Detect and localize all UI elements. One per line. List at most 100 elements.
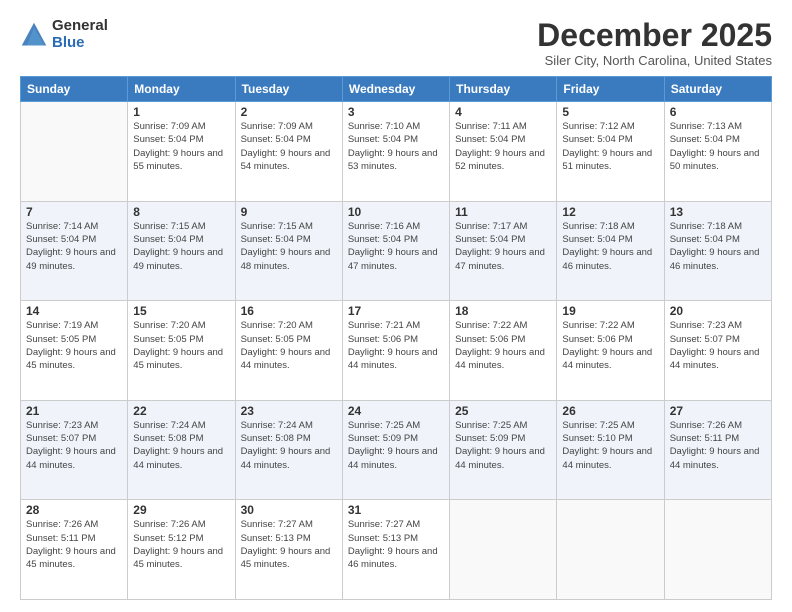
day-info: Sunrise: 7:26 AMSunset: 5:12 PMDaylight:…	[133, 518, 229, 571]
day-number: 13	[670, 205, 766, 219]
day-info: Sunrise: 7:18 AMSunset: 5:04 PMDaylight:…	[670, 220, 766, 273]
day-info: Sunrise: 7:25 AMSunset: 5:10 PMDaylight:…	[562, 419, 658, 472]
day-info: Sunrise: 7:21 AMSunset: 5:06 PMDaylight:…	[348, 319, 444, 372]
calendar-week-row: 21Sunrise: 7:23 AMSunset: 5:07 PMDayligh…	[21, 400, 772, 500]
day-number: 22	[133, 404, 229, 418]
calendar-header-tuesday: Tuesday	[235, 77, 342, 102]
calendar-cell	[21, 102, 128, 202]
calendar-cell	[557, 500, 664, 600]
day-number: 18	[455, 304, 551, 318]
day-number: 28	[26, 503, 122, 517]
day-number: 5	[562, 105, 658, 119]
day-number: 7	[26, 205, 122, 219]
calendar-cell: 8Sunrise: 7:15 AMSunset: 5:04 PMDaylight…	[128, 201, 235, 301]
day-info: Sunrise: 7:09 AMSunset: 5:04 PMDaylight:…	[133, 120, 229, 173]
day-info: Sunrise: 7:10 AMSunset: 5:04 PMDaylight:…	[348, 120, 444, 173]
day-info: Sunrise: 7:11 AMSunset: 5:04 PMDaylight:…	[455, 120, 551, 173]
day-number: 20	[670, 304, 766, 318]
day-number: 10	[348, 205, 444, 219]
day-number: 8	[133, 205, 229, 219]
day-info: Sunrise: 7:23 AMSunset: 5:07 PMDaylight:…	[26, 419, 122, 472]
logo-icon	[20, 21, 48, 49]
calendar-header-saturday: Saturday	[664, 77, 771, 102]
calendar-cell: 14Sunrise: 7:19 AMSunset: 5:05 PMDayligh…	[21, 301, 128, 401]
month-title: December 2025	[537, 18, 772, 53]
calendar-cell: 22Sunrise: 7:24 AMSunset: 5:08 PMDayligh…	[128, 400, 235, 500]
day-info: Sunrise: 7:26 AMSunset: 5:11 PMDaylight:…	[670, 419, 766, 472]
calendar-cell: 11Sunrise: 7:17 AMSunset: 5:04 PMDayligh…	[450, 201, 557, 301]
calendar-cell: 31Sunrise: 7:27 AMSunset: 5:13 PMDayligh…	[342, 500, 449, 600]
calendar-header-row: SundayMondayTuesdayWednesdayThursdayFrid…	[21, 77, 772, 102]
day-number: 19	[562, 304, 658, 318]
calendar-week-row: 14Sunrise: 7:19 AMSunset: 5:05 PMDayligh…	[21, 301, 772, 401]
day-number: 2	[241, 105, 337, 119]
day-info: Sunrise: 7:25 AMSunset: 5:09 PMDaylight:…	[455, 419, 551, 472]
calendar-cell: 4Sunrise: 7:11 AMSunset: 5:04 PMDaylight…	[450, 102, 557, 202]
day-info: Sunrise: 7:26 AMSunset: 5:11 PMDaylight:…	[26, 518, 122, 571]
day-number: 26	[562, 404, 658, 418]
calendar-cell: 13Sunrise: 7:18 AMSunset: 5:04 PMDayligh…	[664, 201, 771, 301]
day-info: Sunrise: 7:24 AMSunset: 5:08 PMDaylight:…	[133, 419, 229, 472]
day-info: Sunrise: 7:15 AMSunset: 5:04 PMDaylight:…	[133, 220, 229, 273]
calendar-cell: 26Sunrise: 7:25 AMSunset: 5:10 PMDayligh…	[557, 400, 664, 500]
calendar-cell: 25Sunrise: 7:25 AMSunset: 5:09 PMDayligh…	[450, 400, 557, 500]
calendar-cell: 5Sunrise: 7:12 AMSunset: 5:04 PMDaylight…	[557, 102, 664, 202]
header: General Blue December 2025 Siler City, N…	[20, 18, 772, 68]
calendar-cell: 18Sunrise: 7:22 AMSunset: 5:06 PMDayligh…	[450, 301, 557, 401]
day-number: 25	[455, 404, 551, 418]
calendar-cell: 21Sunrise: 7:23 AMSunset: 5:07 PMDayligh…	[21, 400, 128, 500]
calendar-table: SundayMondayTuesdayWednesdayThursdayFrid…	[20, 76, 772, 600]
day-info: Sunrise: 7:13 AMSunset: 5:04 PMDaylight:…	[670, 120, 766, 173]
day-number: 30	[241, 503, 337, 517]
calendar-cell: 23Sunrise: 7:24 AMSunset: 5:08 PMDayligh…	[235, 400, 342, 500]
day-info: Sunrise: 7:14 AMSunset: 5:04 PMDaylight:…	[26, 220, 122, 273]
day-info: Sunrise: 7:23 AMSunset: 5:07 PMDaylight:…	[670, 319, 766, 372]
calendar-cell: 10Sunrise: 7:16 AMSunset: 5:04 PMDayligh…	[342, 201, 449, 301]
day-number: 27	[670, 404, 766, 418]
day-number: 16	[241, 304, 337, 318]
calendar-cell: 27Sunrise: 7:26 AMSunset: 5:11 PMDayligh…	[664, 400, 771, 500]
calendar-cell: 17Sunrise: 7:21 AMSunset: 5:06 PMDayligh…	[342, 301, 449, 401]
calendar-header-friday: Friday	[557, 77, 664, 102]
calendar-cell	[664, 500, 771, 600]
calendar-header-thursday: Thursday	[450, 77, 557, 102]
day-info: Sunrise: 7:22 AMSunset: 5:06 PMDaylight:…	[455, 319, 551, 372]
day-info: Sunrise: 7:15 AMSunset: 5:04 PMDaylight:…	[241, 220, 337, 273]
day-info: Sunrise: 7:16 AMSunset: 5:04 PMDaylight:…	[348, 220, 444, 273]
day-info: Sunrise: 7:22 AMSunset: 5:06 PMDaylight:…	[562, 319, 658, 372]
calendar-cell: 7Sunrise: 7:14 AMSunset: 5:04 PMDaylight…	[21, 201, 128, 301]
calendar-cell: 2Sunrise: 7:09 AMSunset: 5:04 PMDaylight…	[235, 102, 342, 202]
day-number: 15	[133, 304, 229, 318]
logo-blue-text: Blue	[52, 35, 108, 52]
day-number: 4	[455, 105, 551, 119]
title-section: December 2025 Siler City, North Carolina…	[537, 18, 772, 68]
day-info: Sunrise: 7:20 AMSunset: 5:05 PMDaylight:…	[133, 319, 229, 372]
calendar-cell: 19Sunrise: 7:22 AMSunset: 5:06 PMDayligh…	[557, 301, 664, 401]
calendar-cell: 15Sunrise: 7:20 AMSunset: 5:05 PMDayligh…	[128, 301, 235, 401]
location: Siler City, North Carolina, United State…	[537, 53, 772, 68]
calendar-week-row: 28Sunrise: 7:26 AMSunset: 5:11 PMDayligh…	[21, 500, 772, 600]
logo: General Blue	[20, 18, 108, 51]
calendar-week-row: 7Sunrise: 7:14 AMSunset: 5:04 PMDaylight…	[21, 201, 772, 301]
calendar-header-sunday: Sunday	[21, 77, 128, 102]
day-info: Sunrise: 7:27 AMSunset: 5:13 PMDaylight:…	[348, 518, 444, 571]
day-number: 1	[133, 105, 229, 119]
calendar-cell: 3Sunrise: 7:10 AMSunset: 5:04 PMDaylight…	[342, 102, 449, 202]
calendar-header-wednesday: Wednesday	[342, 77, 449, 102]
day-info: Sunrise: 7:17 AMSunset: 5:04 PMDaylight:…	[455, 220, 551, 273]
calendar-week-row: 1Sunrise: 7:09 AMSunset: 5:04 PMDaylight…	[21, 102, 772, 202]
day-number: 17	[348, 304, 444, 318]
day-info: Sunrise: 7:27 AMSunset: 5:13 PMDaylight:…	[241, 518, 337, 571]
calendar-cell: 16Sunrise: 7:20 AMSunset: 5:05 PMDayligh…	[235, 301, 342, 401]
day-number: 6	[670, 105, 766, 119]
day-number: 24	[348, 404, 444, 418]
day-info: Sunrise: 7:19 AMSunset: 5:05 PMDaylight:…	[26, 319, 122, 372]
calendar-header-monday: Monday	[128, 77, 235, 102]
day-number: 3	[348, 105, 444, 119]
logo-general-text: General	[52, 18, 108, 35]
calendar-cell: 29Sunrise: 7:26 AMSunset: 5:12 PMDayligh…	[128, 500, 235, 600]
day-number: 23	[241, 404, 337, 418]
day-info: Sunrise: 7:24 AMSunset: 5:08 PMDaylight:…	[241, 419, 337, 472]
logo-text: General Blue	[52, 18, 108, 51]
day-number: 31	[348, 503, 444, 517]
